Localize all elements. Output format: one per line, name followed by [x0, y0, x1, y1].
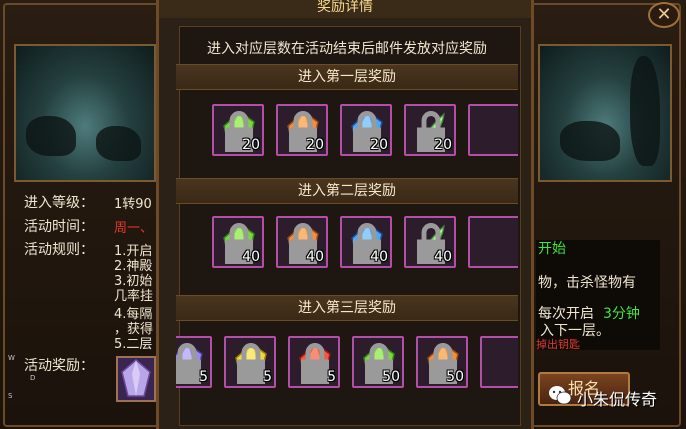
- reward-count: 40: [370, 249, 388, 265]
- reward-slot[interactable]: 50: [416, 336, 468, 388]
- reward-count: 20: [306, 137, 324, 153]
- compass-letter: D: [30, 374, 36, 382]
- dialog-title: 奖励详情: [317, 0, 373, 15]
- rules-label: 活动规则：: [24, 242, 94, 258]
- reward-slot[interactable]: 40: [404, 216, 456, 268]
- reward-slot[interactable]: 40: [212, 216, 264, 268]
- reward-slot[interactable]: 20: [340, 104, 392, 156]
- reward-slot[interactable]: 40: [276, 216, 328, 268]
- reward-slot-partial[interactable]: [480, 336, 518, 388]
- reward-slot[interactable]: 5: [288, 336, 340, 388]
- reward-item-slot[interactable]: [116, 356, 156, 402]
- tier-items-2: 40 40 40 40: [176, 216, 518, 274]
- level-label: 进入等级：: [24, 195, 94, 211]
- reward-slot[interactable]: 20: [212, 104, 264, 156]
- reward-description: 进入对应层数在活动结束后邮件发放对应奖励: [207, 41, 487, 57]
- scene-illustration-right: [538, 44, 672, 182]
- close-icon: ✕: [656, 4, 672, 25]
- tier-header-3: 进入第三层奖励: [176, 295, 518, 321]
- purple-crystal-icon: [121, 359, 151, 397]
- tier-label: 进入第二层奖励: [298, 183, 396, 199]
- close-button[interactable]: ✕: [648, 2, 680, 28]
- reward-slot[interactable]: 20: [276, 104, 328, 156]
- reward-slot[interactable]: 50: [352, 336, 404, 388]
- reward-count: 5: [263, 369, 272, 385]
- reward-slot[interactable]: 5: [176, 336, 212, 388]
- time-value: 周一、: [114, 221, 154, 236]
- reward-count: 40: [306, 249, 324, 265]
- compass-letter: W: [8, 354, 15, 362]
- compass-letter: S: [8, 392, 13, 400]
- rule-line: 几率挂: [114, 289, 154, 304]
- reward-count: 20: [370, 137, 388, 153]
- reward-count: 50: [446, 369, 464, 385]
- wechat-icon: [549, 386, 572, 405]
- reward-slot[interactable]: 20: [404, 104, 456, 156]
- tier-label: 进入第三层奖励: [298, 300, 396, 316]
- reward-slot-partial[interactable]: [468, 216, 518, 268]
- time-label: 活动时间：: [24, 219, 94, 235]
- reward-count: 40: [434, 249, 452, 265]
- reward-slot[interactable]: 40: [340, 216, 392, 268]
- rule-line: 5.二层: [114, 337, 153, 352]
- rules-right-line: 开始: [538, 241, 566, 257]
- reward-label: 活动奖励：: [24, 358, 94, 374]
- reward-count: 20: [242, 137, 260, 153]
- tier-items-1: 20 20 20 20: [176, 104, 518, 162]
- tier-items-3: 5 5 5 50 50: [176, 336, 518, 394]
- rules-right-line: 物，击杀怪物有: [538, 275, 636, 291]
- reward-count: 40: [242, 249, 260, 265]
- dialog-titlebar: 奖励详情: [159, 0, 531, 18]
- tier-header-1: 进入第一层奖励: [176, 64, 518, 90]
- level-value: 1转90: [114, 197, 152, 212]
- reward-count: 5: [327, 369, 336, 385]
- rules-right-line: 掉出钥匙: [536, 338, 580, 351]
- reward-count: 5: [199, 369, 208, 385]
- watermark-text: 小朱侃传奇: [577, 390, 658, 409]
- reward-count: 20: [434, 137, 452, 153]
- scene-rock: [560, 121, 620, 161]
- scene-pillar: [630, 56, 660, 166]
- reward-count: 50: [382, 369, 400, 385]
- reward-slot[interactable]: 5: [224, 336, 276, 388]
- tier-label: 进入第一层奖励: [298, 69, 396, 85]
- scene-illustration-left: [14, 44, 156, 182]
- scene-rock: [26, 116, 76, 156]
- tier-header-2: 进入第二层奖励: [176, 178, 518, 204]
- scene-rock: [96, 126, 141, 161]
- reward-slot-partial[interactable]: [468, 104, 518, 156]
